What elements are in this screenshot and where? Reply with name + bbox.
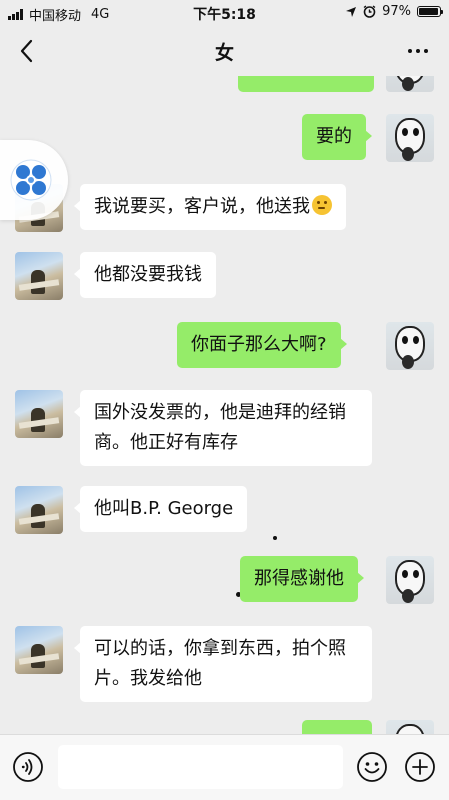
battery-percent: 97% xyxy=(382,4,411,19)
avatar-self[interactable] xyxy=(386,76,434,92)
message-bubble[interactable]: 要的 xyxy=(302,114,372,160)
more-button[interactable] xyxy=(401,36,435,66)
plus-icon xyxy=(405,752,435,782)
message-bubble[interactable]: 我说要买，客户说，他送我 xyxy=(74,184,346,230)
message-bubble[interactable]: 他都没要我钱 xyxy=(74,252,216,298)
location-arrow-icon xyxy=(346,6,357,17)
alarm-icon xyxy=(363,5,376,18)
voice-input-icon xyxy=(13,752,43,782)
message-bubble-truncated-bottom[interactable] xyxy=(302,720,372,734)
chat-title: 女 xyxy=(214,42,234,64)
battery-icon xyxy=(417,6,443,17)
avatar-contact[interactable] xyxy=(15,626,63,674)
thinking-face-emoji xyxy=(312,195,332,215)
message-bubble[interactable]: 你面子那么大啊? xyxy=(177,322,347,368)
emoji-button[interactable] xyxy=(356,751,388,783)
message-input[interactable] xyxy=(58,745,343,789)
message-bubble[interactable]: 那得感谢他 xyxy=(240,556,364,602)
message-bubble[interactable]: 国外没发票的，他是迪拜的经销商。他正好有库存 xyxy=(74,390,372,466)
message-bubble[interactable]: 可以的话，你拿到东西，拍个照片。我发给他 xyxy=(74,626,372,702)
avatar-contact[interactable] xyxy=(15,252,63,300)
message-bubble[interactable]: 他叫B.P. George xyxy=(73,486,248,532)
status-right: 97% xyxy=(345,4,443,19)
voice-button[interactable] xyxy=(12,751,44,783)
battery-fill xyxy=(419,8,438,15)
input-bar xyxy=(0,734,449,800)
message-text: 我说要买，客户说，他送我 xyxy=(94,196,310,217)
stray-dot xyxy=(273,536,277,540)
avatar-self[interactable] xyxy=(386,114,434,162)
emoji-icon xyxy=(357,752,387,782)
avatar-self[interactable] xyxy=(386,556,434,604)
avatar-contact[interactable] xyxy=(15,486,63,534)
avatar-self[interactable] xyxy=(386,720,434,734)
floating-assistant-icon xyxy=(10,159,52,201)
message-bubble-truncated-top[interactable] xyxy=(238,76,374,92)
more-dots-icon xyxy=(408,49,428,53)
plus-button[interactable] xyxy=(404,751,436,783)
avatar-contact[interactable] xyxy=(15,390,63,438)
status-bar: 中国移动 4G 下午5:18 97% xyxy=(0,0,449,26)
chat-header: 女 xyxy=(0,26,449,76)
avatar-self[interactable] xyxy=(386,322,434,370)
